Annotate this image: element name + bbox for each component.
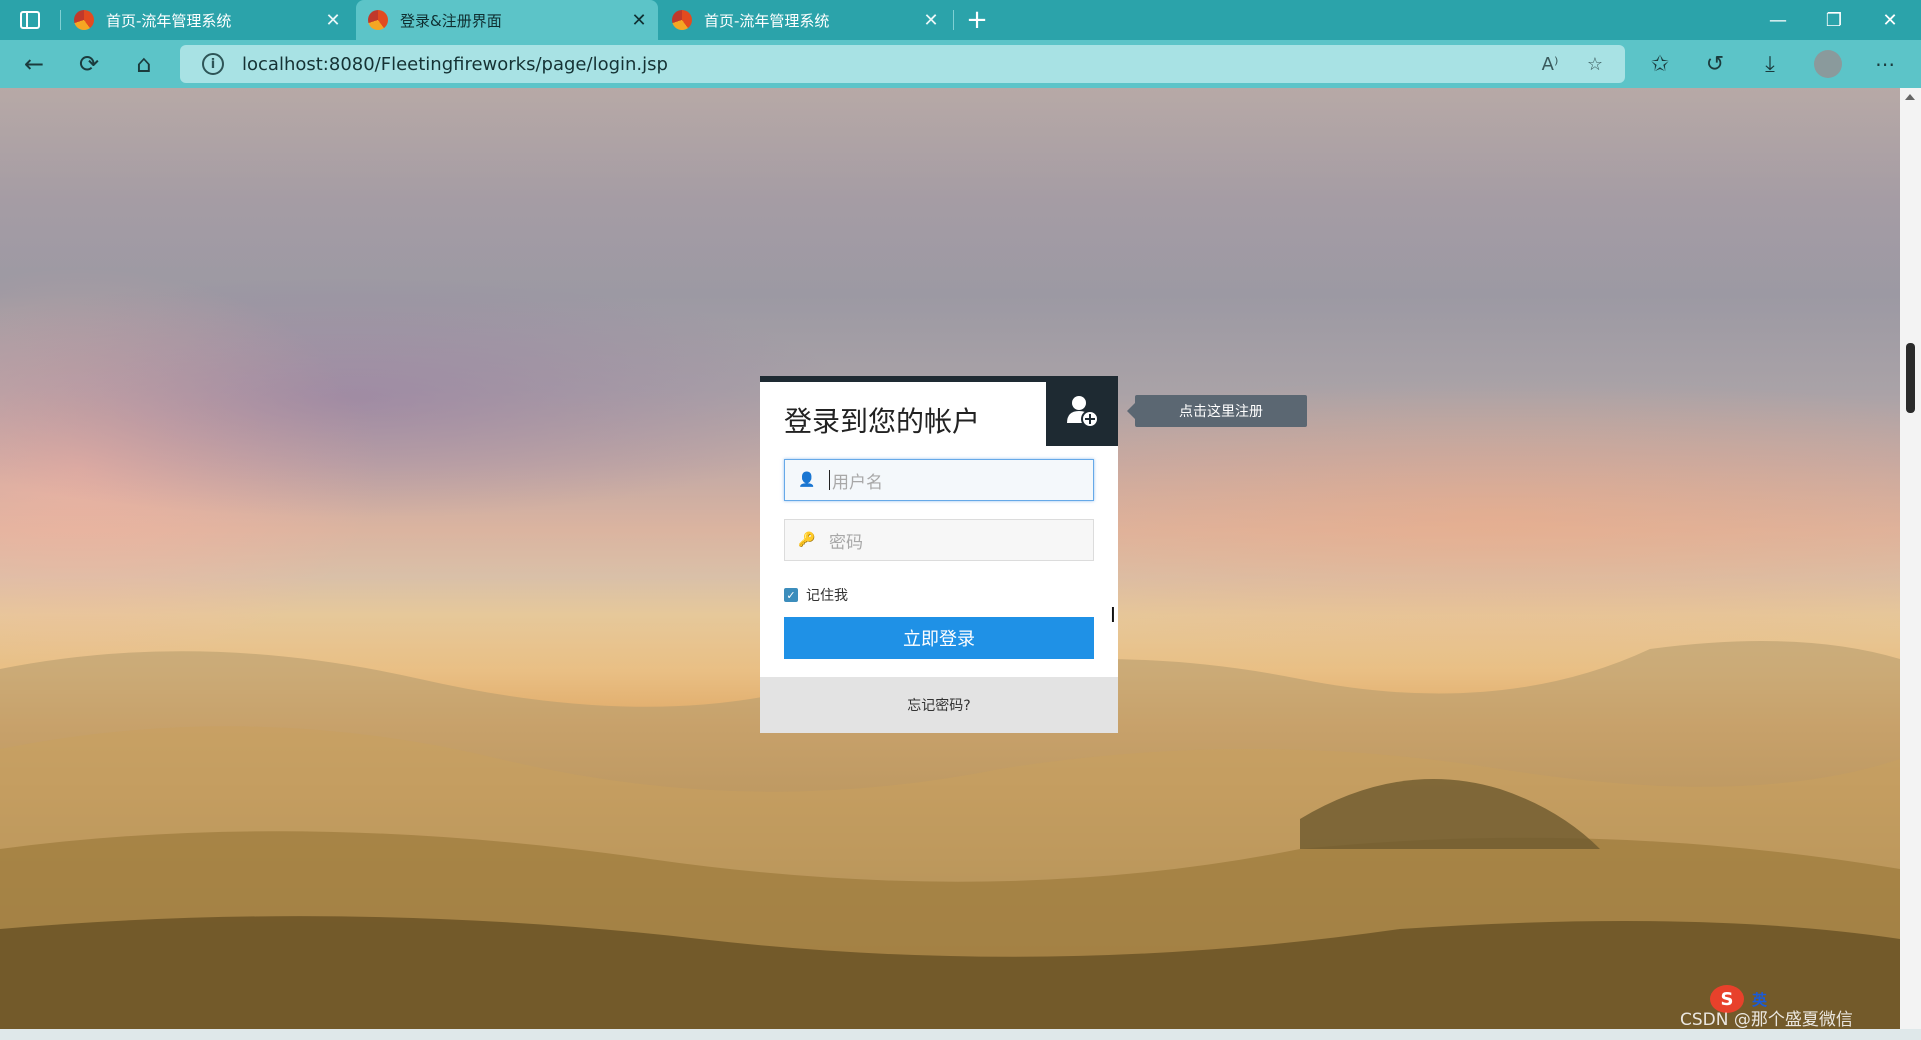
close-tab-icon[interactable]: ✕ xyxy=(626,10,652,31)
register-button[interactable] xyxy=(1046,376,1118,446)
add-user-icon xyxy=(1067,396,1099,428)
page-title: 登录到您的帐户 xyxy=(784,405,981,438)
refresh-icon[interactable]: ⟳ xyxy=(69,44,109,84)
tab-label: 首页-流年管理系统 xyxy=(704,11,830,30)
password-field[interactable]: 🔑 密码 xyxy=(784,519,1094,561)
tab-home-2[interactable]: 首页-流年管理系统 ✕ xyxy=(660,0,950,40)
history-icon[interactable]: ↺ xyxy=(1695,44,1735,84)
text-caret xyxy=(829,470,830,490)
address-url[interactable]: localhost:8080/Fleetingfireworks/page/lo… xyxy=(242,54,668,75)
tab-actions-icon[interactable] xyxy=(10,0,50,40)
home-icon[interactable]: ⌂ xyxy=(124,44,164,84)
card-footer: 忘记密码? xyxy=(760,677,1118,733)
navigation-bar: ← ⟳ ⌂ i localhost:8080/Fleetingfireworks… xyxy=(0,40,1921,88)
watermark: CSDN @那个盛夏微信 xyxy=(1680,1010,1853,1030)
vertical-scrollbar[interactable] xyxy=(1900,88,1921,1029)
profile-avatar-icon[interactable] xyxy=(1808,44,1848,84)
favorites-icon[interactable]: ✩ xyxy=(1640,44,1680,84)
restore-button[interactable]: ❐ xyxy=(1806,0,1862,40)
scrollbar-thumb[interactable] xyxy=(1906,343,1915,413)
text-cursor-icon: I xyxy=(1110,603,1116,627)
tab-bar: 首页-流年管理系统 ✕ 登录&注册界面 ✕ 首页-流年管理系统 ✕ + — ❐ … xyxy=(0,0,1921,40)
download-icon[interactable]: ⤓ xyxy=(1750,44,1790,84)
read-aloud-icon[interactable]: A⁾ xyxy=(1535,49,1565,79)
tab-home-1[interactable]: 首页-流年管理系统 ✕ xyxy=(62,0,352,40)
tab-separator xyxy=(953,10,954,30)
add-favorite-icon[interactable]: ☆ xyxy=(1580,49,1610,79)
site-info-icon[interactable]: i xyxy=(202,53,224,75)
more-menu-icon[interactable]: ⋯ xyxy=(1865,44,1905,84)
register-tooltip: 点击这里注册 xyxy=(1127,395,1307,427)
site-favicon-icon xyxy=(672,10,692,30)
login-button[interactable]: 立即登录 xyxy=(784,617,1094,659)
tab-separator xyxy=(60,10,61,30)
username-field[interactable]: 👤 用户名 xyxy=(784,459,1094,501)
close-tab-icon[interactable]: ✕ xyxy=(918,10,944,31)
site-favicon-icon xyxy=(74,10,94,30)
tab-label: 首页-流年管理系统 xyxy=(106,11,232,30)
user-icon: 👤 xyxy=(798,472,816,488)
minimize-button[interactable]: — xyxy=(1750,0,1806,40)
remember-checkbox[interactable]: ✓ xyxy=(784,588,798,602)
username-placeholder: 用户名 xyxy=(832,472,883,493)
forgot-password-link[interactable]: 忘记密码? xyxy=(907,695,970,715)
remember-me[interactable]: ✓ 记住我 xyxy=(784,585,848,605)
new-tab-button[interactable]: + xyxy=(957,0,997,40)
remember-label: 记住我 xyxy=(806,588,848,604)
close-tab-icon[interactable]: ✕ xyxy=(320,10,346,31)
back-arrow-icon[interactable]: ← xyxy=(14,44,54,84)
tab-label: 登录&注册界面 xyxy=(400,11,502,30)
site-favicon-icon xyxy=(368,10,388,30)
password-placeholder: 密码 xyxy=(829,532,863,553)
scroll-up-icon[interactable] xyxy=(1905,94,1915,100)
key-icon: 🔑 xyxy=(798,532,816,548)
close-window-button[interactable]: ✕ xyxy=(1862,0,1918,40)
tab-login[interactable]: 登录&注册界面 ✕ xyxy=(356,0,658,40)
taskbar-strip xyxy=(0,1029,1921,1040)
address-bar[interactable]: i localhost:8080/Fleetingfireworks/page/… xyxy=(180,45,1625,83)
